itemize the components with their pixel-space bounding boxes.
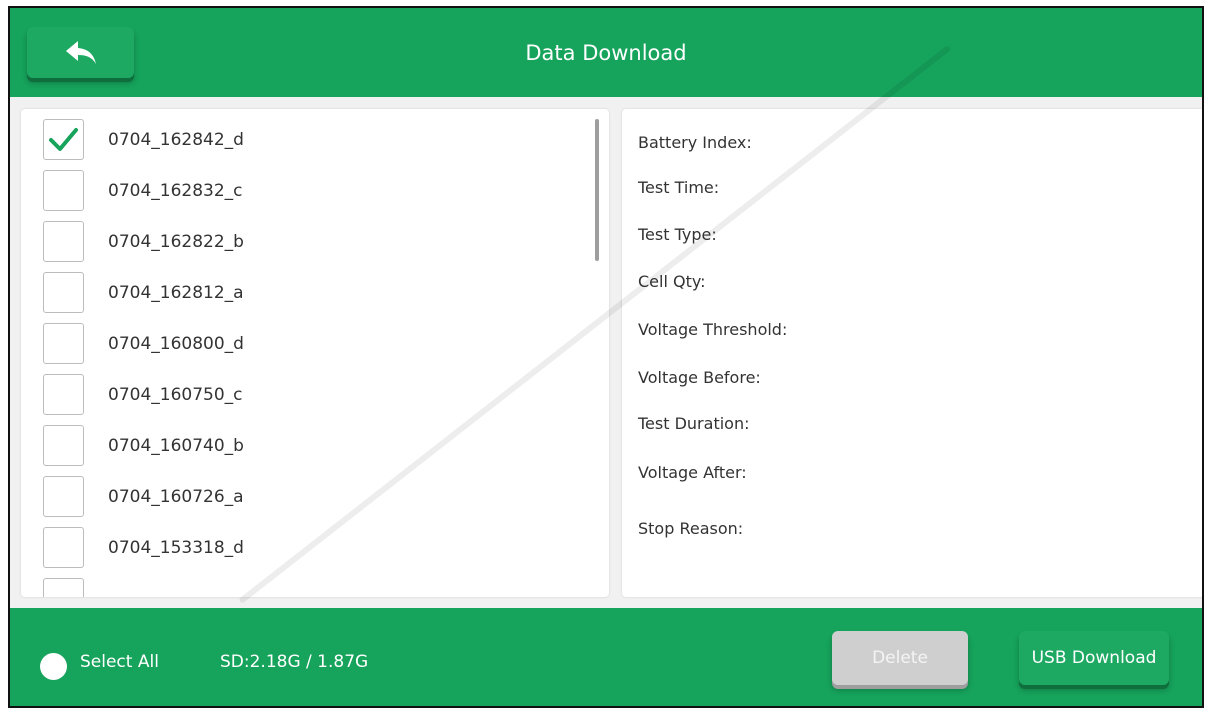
footer-bar: Select All SD:2.18G / 1.87G Delete USB D… <box>10 608 1202 706</box>
list-item-label: 0704_162812_a <box>108 283 244 303</box>
list-item-label: 0704_162842_d <box>108 130 244 150</box>
list-item-label: 0704_160726_a <box>108 487 244 507</box>
list-item[interactable]: 0704_162832_c <box>21 165 609 217</box>
stop-reason-label: Stop Reason: <box>638 519 744 538</box>
details-panel: Battery Index: Test Time: Test Type: Cel… <box>622 109 1202 597</box>
list-item[interactable]: 0704_160726_a <box>21 471 609 523</box>
page-title: Data Download <box>525 40 687 65</box>
back-button[interactable] <box>27 27 134 78</box>
list-item[interactable]: 0704_162812_a <box>21 267 609 319</box>
cell-qty-label: Cell Qty: <box>638 272 706 291</box>
sd-storage-info: SD:2.18G / 1.87G <box>220 652 369 672</box>
list-item[interactable]: 0704_153318_d <box>21 522 609 574</box>
usb-download-button[interactable]: USB Download <box>1019 631 1169 685</box>
checkbox[interactable] <box>43 170 84 211</box>
test-duration-label: Test Duration: <box>638 414 750 433</box>
checkbox[interactable] <box>43 425 84 466</box>
list-item[interactable]: 0704_162842_d <box>21 114 609 166</box>
delete-button[interactable]: Delete <box>832 631 968 685</box>
voltage-threshold-label: Voltage Threshold: <box>638 320 788 339</box>
select-all-label[interactable]: Select All <box>80 652 159 672</box>
checkbox[interactable] <box>43 527 84 568</box>
checkbox[interactable] <box>43 374 84 415</box>
checkbox[interactable] <box>43 221 84 262</box>
back-arrow-icon <box>65 40 96 64</box>
select-all-radio[interactable] <box>40 653 67 680</box>
list-item-label: 0704_153318_d <box>108 538 244 558</box>
header-bar: Data Download <box>10 8 1202 97</box>
voltage-after-label: Voltage After: <box>638 463 747 482</box>
checkbox[interactable] <box>43 476 84 517</box>
list-item[interactable] <box>21 573 609 597</box>
checkbox[interactable] <box>43 272 84 313</box>
app-window: Data Download 0704_162842_d 0704_162832_… <box>8 6 1204 708</box>
list-item-label: 0704_160800_d <box>108 334 244 354</box>
list-item-label: 0704_160740_b <box>108 436 244 456</box>
voltage-before-label: Voltage Before: <box>638 368 761 387</box>
list-item[interactable]: 0704_160800_d <box>21 318 609 370</box>
list-item[interactable]: 0704_160740_b <box>21 420 609 472</box>
test-time-label: Test Time: <box>638 178 720 197</box>
checkmark-icon <box>49 128 78 151</box>
list-item[interactable]: 0704_160750_c <box>21 369 609 421</box>
checkbox-checked[interactable] <box>43 119 84 160</box>
list-item[interactable]: 0704_162822_b <box>21 216 609 268</box>
list-item-label: 0704_160750_c <box>108 385 243 405</box>
list-item-label: 0704_162822_b <box>108 232 244 252</box>
battery-index-label: Battery Index: <box>638 133 752 152</box>
checkbox[interactable] <box>43 323 84 364</box>
checkbox[interactable] <box>43 578 84 597</box>
file-list[interactable]: 0704_162842_d 0704_162832_c 0704_162822_… <box>21 109 609 597</box>
test-type-label: Test Type: <box>638 225 717 244</box>
list-item-label: 0704_162832_c <box>108 181 243 201</box>
